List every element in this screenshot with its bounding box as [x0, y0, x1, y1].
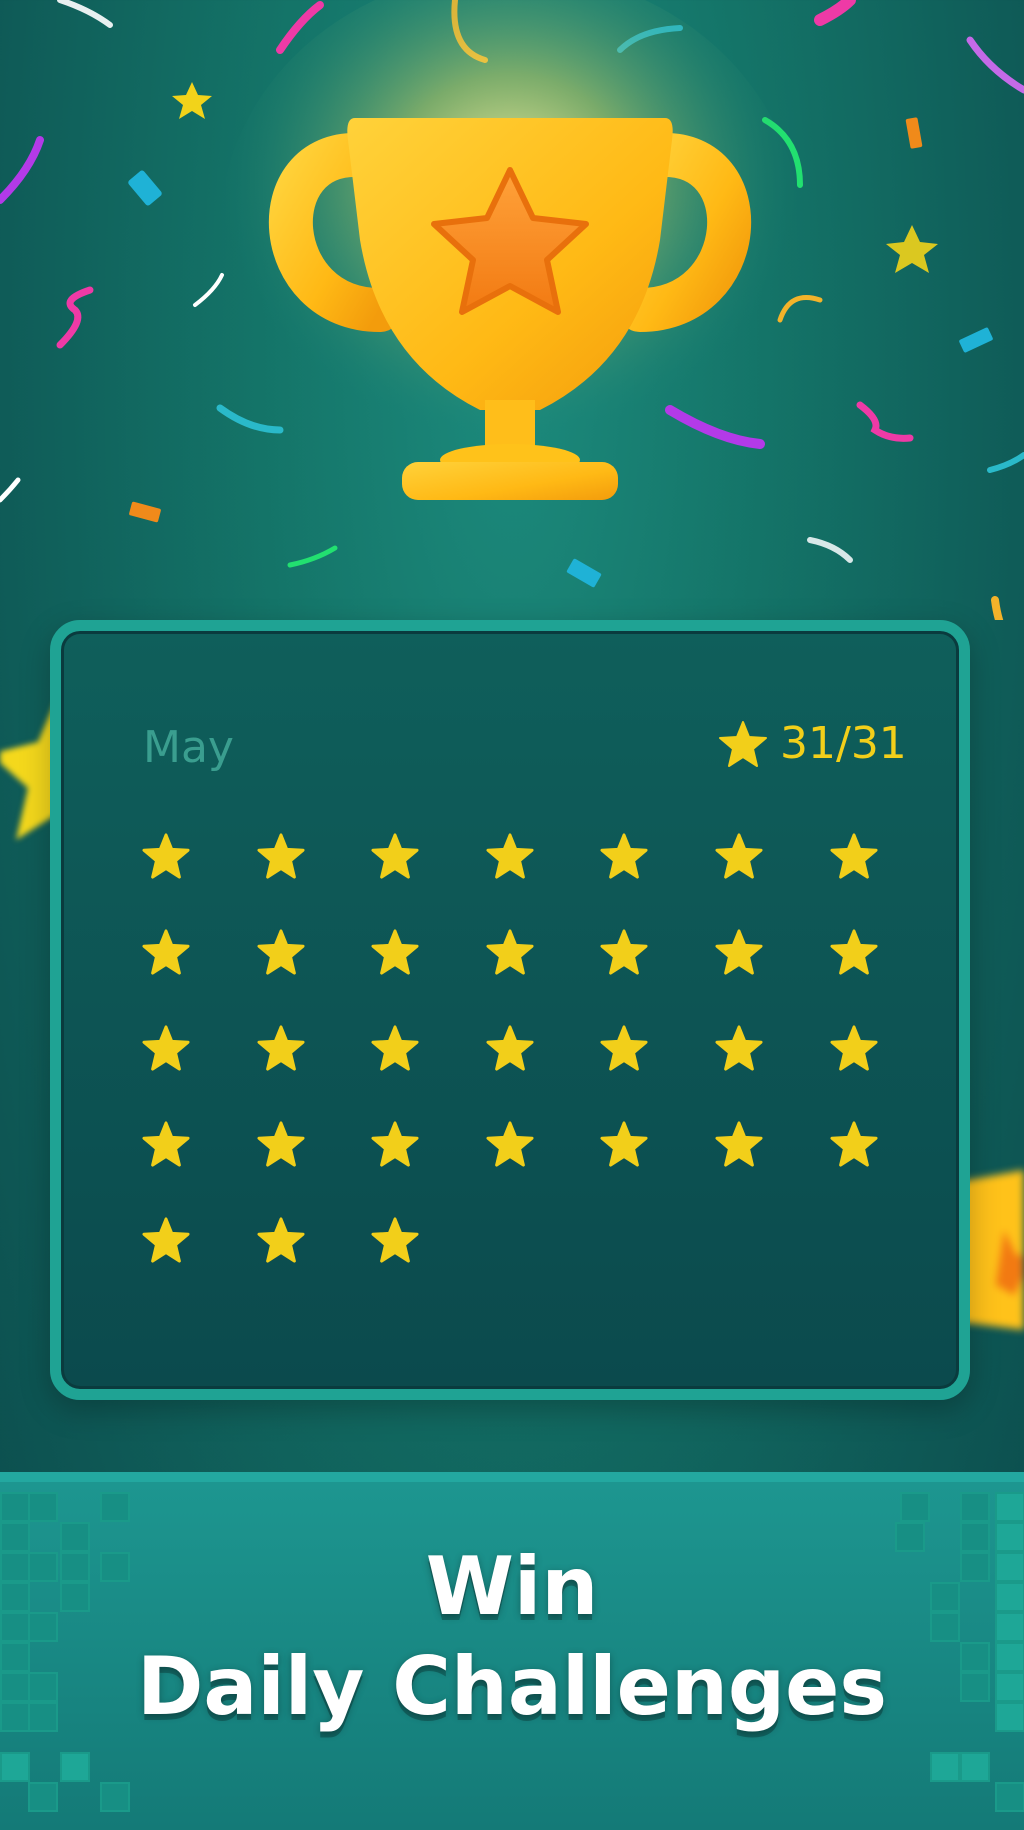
calendar-day-star — [830, 1024, 945, 1120]
calendar-day-star — [371, 928, 486, 1024]
calendar-day-star — [830, 1120, 945, 1216]
banner-tile — [995, 1492, 1024, 1522]
calendar-day-star — [830, 928, 945, 1024]
star-icon — [600, 833, 648, 879]
banner-title-line1: Win — [425, 1540, 599, 1633]
star-icon — [600, 1025, 648, 1071]
star-icon — [142, 929, 190, 975]
star-icon — [142, 1217, 190, 1263]
star-icon — [371, 1025, 419, 1071]
star-icon — [600, 1121, 648, 1167]
calendar-day-star — [257, 832, 372, 928]
banner-tile — [930, 1752, 960, 1782]
calendar-day-star — [142, 1216, 257, 1312]
star-icon — [830, 833, 878, 879]
star-icon — [257, 833, 305, 879]
calendar-day-star — [600, 1024, 715, 1120]
banner-tile — [0, 1752, 30, 1782]
banner-tile — [100, 1782, 130, 1812]
calendar-score-text: 31/31 — [780, 718, 907, 769]
calendar-day-star — [257, 928, 372, 1024]
calendar-day-star — [600, 832, 715, 928]
calendar-day-star — [600, 1120, 715, 1216]
calendar-day-star — [715, 928, 830, 1024]
star-icon — [600, 929, 648, 975]
calendar-day-star — [371, 832, 486, 928]
trophy-icon — [220, 0, 800, 500]
banner-title-line2: Daily Challenges — [136, 1640, 888, 1733]
calendar-day-star — [371, 1024, 486, 1120]
banner-tile — [100, 1492, 130, 1522]
star-icon — [715, 929, 763, 975]
calendar-day-star — [142, 1120, 257, 1216]
star-icon — [142, 1025, 190, 1071]
star-icon — [142, 833, 190, 879]
star-icon — [257, 929, 305, 975]
calendar-day-star — [142, 832, 257, 928]
star-icon — [257, 1121, 305, 1167]
calendar-month-label: May — [143, 722, 234, 773]
banner-tile — [28, 1492, 58, 1522]
calendar-day-star — [486, 1120, 601, 1216]
star-icon — [486, 1121, 534, 1167]
trophy-illustration — [220, 0, 800, 540]
star-icon — [715, 1025, 763, 1071]
calendar-score: 31/31 — [718, 718, 907, 769]
calendar-day-star — [830, 832, 945, 928]
calendar-day-star — [486, 832, 601, 928]
star-icon — [257, 1217, 305, 1263]
star-icon — [142, 1121, 190, 1167]
banner-tile — [28, 1782, 58, 1812]
star-icon — [371, 833, 419, 879]
banner-tile — [60, 1752, 90, 1782]
banner-tile — [960, 1752, 990, 1782]
star-icon — [371, 1217, 419, 1263]
star-icon — [830, 1025, 878, 1071]
calendar-day-star — [486, 928, 601, 1024]
banner-tile — [0, 1492, 30, 1522]
calendar-day-star — [257, 1216, 372, 1312]
star-icon — [371, 1121, 419, 1167]
calendar-day-star — [715, 1024, 830, 1120]
banner-tile — [995, 1782, 1024, 1812]
star-icon — [715, 833, 763, 879]
star-icon — [371, 929, 419, 975]
banner-tile — [960, 1492, 990, 1522]
calendar-day-star — [715, 832, 830, 928]
star-icon — [715, 1121, 763, 1167]
star-icon — [486, 1025, 534, 1071]
star-icon — [486, 833, 534, 879]
calendar-day-star — [715, 1120, 830, 1216]
calendar-day-star — [257, 1024, 372, 1120]
calendar-day-star — [486, 1024, 601, 1120]
calendar-day-grid — [142, 832, 922, 1312]
star-icon — [830, 929, 878, 975]
star-icon — [830, 1121, 878, 1167]
calendar-day-star — [257, 1120, 372, 1216]
calendar-day-star — [142, 928, 257, 1024]
star-icon — [257, 1025, 305, 1071]
calendar-day-star — [371, 1216, 486, 1312]
star-icon — [486, 929, 534, 975]
star-icon — [719, 720, 767, 767]
banner-tile — [900, 1492, 930, 1522]
calendar-day-star — [600, 928, 715, 1024]
calendar-day-star — [142, 1024, 257, 1120]
calendar-day-star — [371, 1120, 486, 1216]
